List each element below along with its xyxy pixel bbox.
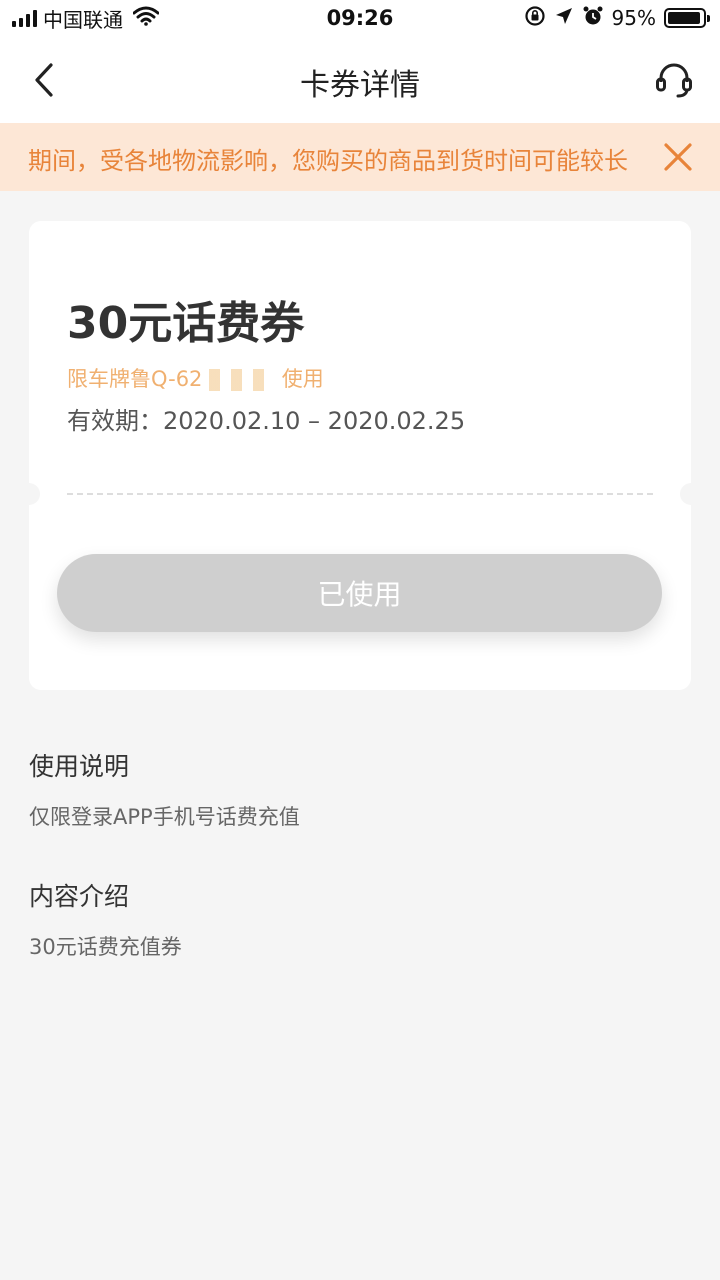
alarm-icon	[582, 5, 604, 31]
card-notch-left	[18, 483, 40, 505]
customer-service-button[interactable]	[650, 56, 698, 104]
notice-banner: 期间，受各地物流影响，您购买的商品到货时间可能较长	[0, 123, 720, 191]
rotation-lock-icon	[524, 5, 546, 31]
validity-label: 有效期：	[67, 407, 163, 435]
close-icon	[664, 143, 692, 171]
coupon-validity: 有效期：2020.02.10 – 2020.02.25	[67, 401, 465, 436]
coupon-restriction: 限车牌鲁Q-62 使用	[67, 363, 324, 393]
location-icon	[554, 6, 574, 30]
notice-close-button[interactable]	[660, 139, 696, 175]
notice-text: 期间，受各地物流影响，您购买的商品到货时间可能较长	[28, 147, 628, 175]
status-right: 95%	[524, 5, 710, 31]
status-bar: 中国联通 09:26 95%	[0, 0, 720, 40]
nav-bar: 卡券详情	[0, 40, 720, 123]
coupon-restriction-suffix: 使用	[281, 367, 324, 391]
coupon-card: 30元话费券 限车牌鲁Q-62 使用 有效期：2020.02.10 – 2020…	[29, 221, 691, 690]
redacted-mask	[209, 369, 276, 391]
page-title: 卡券详情	[300, 68, 420, 103]
battery-fill	[668, 12, 701, 24]
headset-icon	[656, 63, 692, 98]
card-notch-right	[680, 483, 702, 505]
coupon-title: 30元话费券	[67, 298, 305, 349]
content-intro-heading: 内容介绍	[29, 882, 130, 911]
usage-instructions-body: 仅限登录APP手机号话费充值	[29, 805, 300, 829]
coupon-restriction-text: 限车牌鲁Q-62	[67, 367, 203, 391]
battery-percent: 95%	[611, 6, 656, 30]
usage-instructions-heading: 使用说明	[29, 752, 130, 781]
card-divider	[67, 493, 653, 495]
battery-icon	[664, 8, 710, 28]
content-intro-body: 30元话费充值券	[29, 935, 182, 959]
validity-range: 2020.02.10 – 2020.02.25	[163, 407, 466, 435]
used-status-button[interactable]: 已使用	[57, 554, 662, 632]
